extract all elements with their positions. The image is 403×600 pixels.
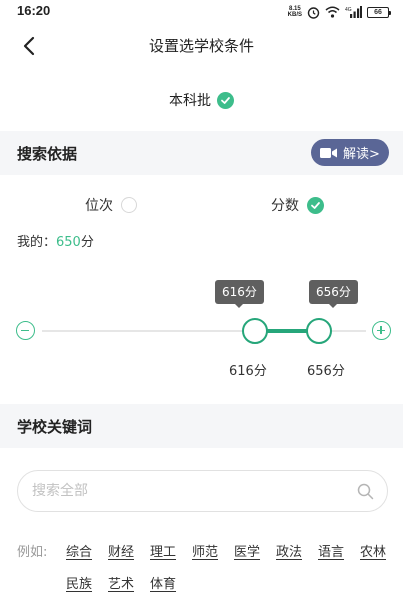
batch-option[interactable]: 本科批 bbox=[0, 90, 403, 110]
basis-option-rank[interactable]: 位次 bbox=[85, 195, 137, 215]
search-icon[interactable] bbox=[357, 483, 374, 500]
keyword-examples-label: 例如: bbox=[17, 545, 48, 560]
keyword-link[interactable]: 理工 bbox=[150, 541, 176, 560]
keyword-link[interactable]: 体育 bbox=[150, 573, 176, 592]
signal-icon: 4G bbox=[345, 6, 362, 18]
slider-min-tooltip: 616分 bbox=[215, 280, 264, 308]
keyword-link[interactable]: 综合 bbox=[66, 541, 92, 560]
slider-min-value: 616分 bbox=[229, 364, 267, 379]
alarm-icon bbox=[307, 6, 320, 19]
battery-icon: 66 bbox=[367, 6, 391, 18]
my-score: 我的：650分 bbox=[17, 231, 94, 250]
basis-option-score[interactable]: 分数 bbox=[271, 195, 324, 215]
svg-text:4G: 4G bbox=[345, 7, 352, 13]
keyword-link[interactable]: 师范 bbox=[192, 541, 218, 560]
search-box bbox=[17, 470, 388, 512]
keyword-link[interactable]: 医学 bbox=[234, 541, 260, 560]
my-score-unit: 分 bbox=[80, 235, 94, 250]
basis-option-rank-label: 位次 bbox=[85, 198, 113, 214]
explain-button-label: 解读> bbox=[343, 147, 380, 162]
keyword-section-header: 学校关键词 bbox=[0, 404, 403, 448]
check-circle-icon bbox=[307, 196, 324, 214]
keyword-link[interactable]: 农林 bbox=[360, 541, 386, 560]
my-score-value: 650 bbox=[56, 235, 81, 250]
keyword-link[interactable]: 财经 bbox=[108, 541, 134, 560]
slider-max-value: 656分 bbox=[307, 364, 345, 379]
keyword-link[interactable]: 艺术 bbox=[108, 573, 134, 592]
slider-max-handle[interactable] bbox=[306, 318, 332, 344]
video-camera-icon bbox=[320, 147, 338, 158]
check-circle-icon bbox=[217, 91, 234, 109]
keyword-section-title: 学校关键词 bbox=[17, 418, 93, 436]
page-title: 设置选学校条件 bbox=[148, 37, 254, 55]
basis-section-header: 搜索依据 解读> bbox=[0, 131, 403, 175]
status-icons: 8.15 KB/S 4G 66 bbox=[288, 4, 391, 20]
status-bar: 16:20 8.15 KB/S 4G 66 bbox=[0, 0, 403, 24]
slider-min-handle[interactable] bbox=[242, 318, 268, 344]
search-input[interactable] bbox=[32, 480, 352, 502]
radio-empty-icon bbox=[121, 197, 137, 213]
keyword-link[interactable]: 民族 bbox=[66, 573, 92, 592]
network-speed: 8.15 KB/S bbox=[288, 6, 302, 18]
increase-button[interactable] bbox=[372, 321, 391, 340]
decrease-button[interactable] bbox=[16, 321, 35, 340]
status-time: 16:20 bbox=[17, 3, 51, 18]
wifi-icon bbox=[325, 6, 340, 18]
basis-option-score-label: 分数 bbox=[271, 198, 299, 214]
basis-section-title: 搜索依据 bbox=[17, 145, 78, 163]
batch-label: 本科批 bbox=[169, 93, 211, 109]
my-score-prefix: 我的： bbox=[17, 235, 57, 250]
explain-button[interactable]: 解读> bbox=[311, 139, 389, 166]
keyword-link[interactable]: 语言 bbox=[318, 541, 344, 560]
keyword-link[interactable]: 政法 bbox=[276, 541, 302, 560]
slider-max-tooltip: 656分 bbox=[309, 280, 358, 308]
network-speed-unit: KB/S bbox=[287, 12, 302, 18]
